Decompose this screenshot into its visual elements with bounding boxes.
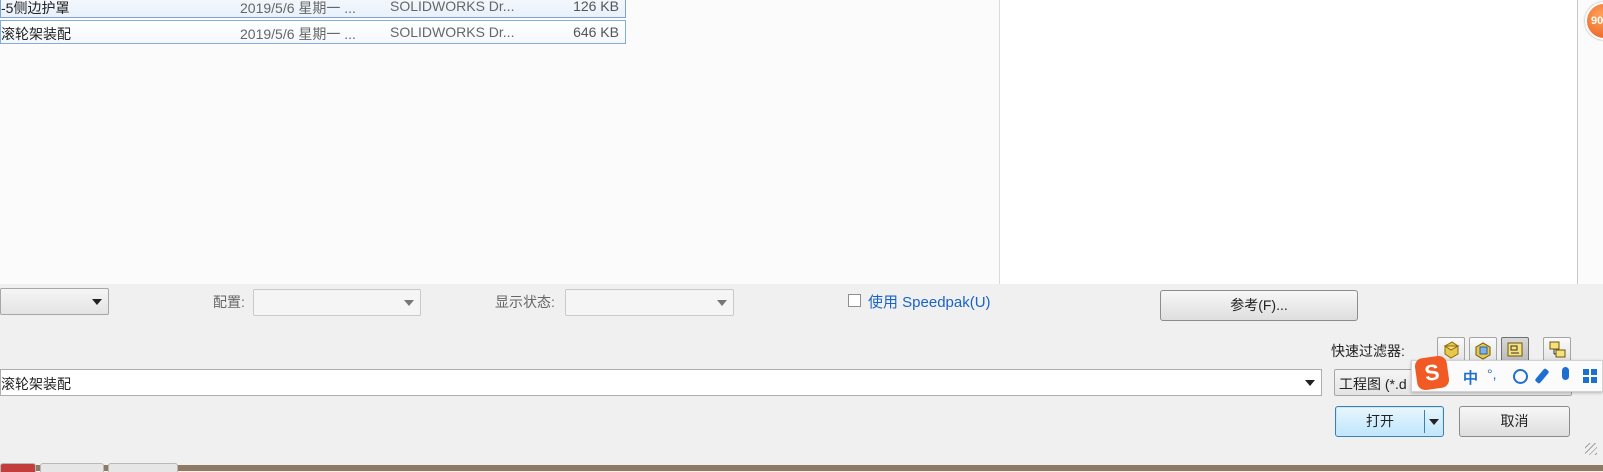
file-date: 2019/5/6 星期一 ... (240, 26, 356, 42)
resize-grip-icon[interactable] (1585, 443, 1597, 455)
window-edge (1577, 0, 1603, 284)
view-mode-dropdown[interactable] (0, 288, 109, 315)
file-size: 126 KB (573, 0, 619, 14)
chevron-down-icon (404, 300, 414, 306)
ime-toolbar[interactable]: S 中 °, (1411, 354, 1603, 392)
top-assembly-filter-icon[interactable] (1543, 337, 1571, 362)
ime-logo-text: S (1422, 359, 1441, 386)
file-type-value: 工程图 (*.d (1339, 376, 1407, 392)
file-type: SOLIDWORKS Dr... (390, 24, 515, 40)
config-label: 配置: (213, 294, 245, 310)
file-row-selected[interactable]: 滚轮架装配 2019/5/6 星期一 ... SOLIDWORKS Dr... … (0, 20, 626, 44)
cancel-button[interactable]: 取消 (1459, 406, 1570, 437)
config-dropdown[interactable] (253, 289, 421, 316)
taskbar (0, 465, 1603, 471)
ime-chinese-mode[interactable]: 中 (1463, 367, 1478, 388)
ime-punctuation[interactable]: °, (1487, 366, 1497, 382)
file-size: 646 KB (573, 24, 619, 40)
assembly-filter-icon[interactable] (1469, 337, 1497, 362)
emoji-icon[interactable] (1513, 369, 1528, 384)
file-list[interactable]: -5侧边护罩 2019/5/6 星期一 ... SOLIDWORKS Dr...… (0, 0, 999, 284)
file-row[interactable]: -5侧边护罩 2019/5/6 星期一 ... SOLIDWORKS Dr...… (0, 0, 626, 18)
microphone-icon[interactable] (1562, 367, 1569, 380)
toolbox-icon[interactable] (1583, 369, 1597, 383)
file-name: 滚轮架装配 (1, 26, 71, 42)
speedpak-label[interactable]: 使用 Speedpak(U) (868, 291, 991, 312)
speedpak-checkbox[interactable] (848, 294, 861, 307)
chevron-down-icon[interactable] (1429, 419, 1439, 425)
preview-pane (999, 0, 1578, 284)
filename-input[interactable]: 滚轮架装配 (0, 369, 1322, 396)
sogou-logo-icon: S (1413, 354, 1451, 392)
references-button[interactable]: 参考(F)... (1160, 290, 1358, 321)
display-state-label: 显示状态: (495, 294, 555, 310)
file-name: -5侧边护罩 (1, 0, 70, 16)
drawing-filter-icon[interactable] (1501, 337, 1529, 362)
chevron-down-icon (717, 300, 727, 306)
file-type: SOLIDWORKS Dr... (390, 0, 515, 14)
chevron-down-icon[interactable] (1305, 380, 1315, 386)
file-date: 2019/5/6 星期一 ... (240, 0, 356, 16)
open-button-label: 打开 (1366, 413, 1394, 429)
split-divider (1424, 410, 1425, 433)
badge-count: 90 (1591, 15, 1603, 27)
chevron-down-icon (92, 299, 102, 305)
display-state-dropdown[interactable] (565, 289, 734, 316)
pen-icon[interactable] (1534, 367, 1550, 385)
filename-value: 滚轮架装配 (1, 376, 71, 392)
open-button[interactable]: 打开 (1335, 406, 1444, 437)
quick-filter-label: 快速过滤器: (1331, 343, 1405, 359)
